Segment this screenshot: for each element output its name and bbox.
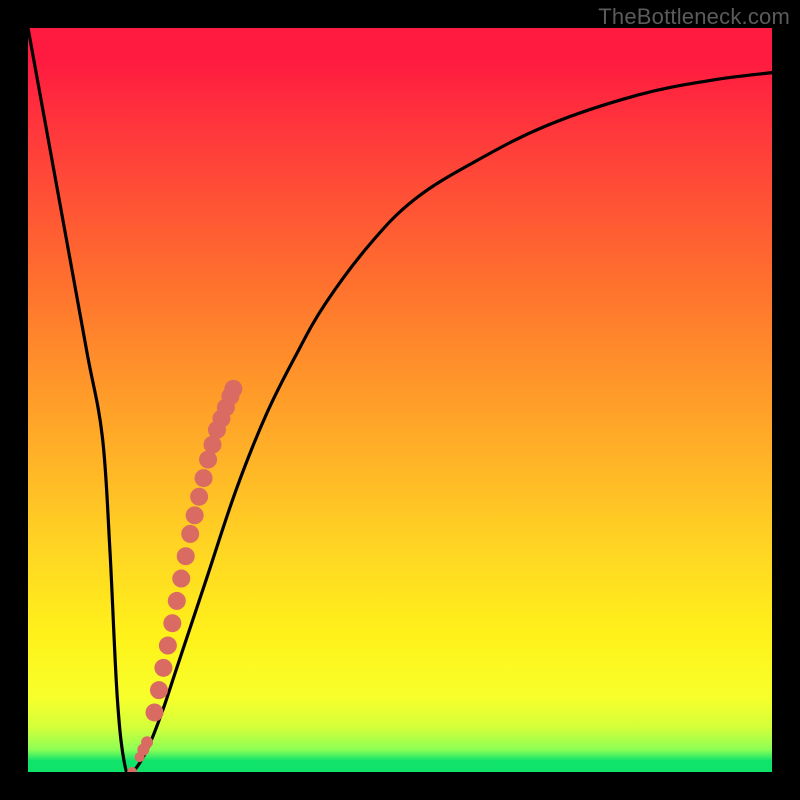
plot-area [28,28,772,772]
marker-dot [168,592,186,610]
watermark-text: TheBottleneck.com [598,4,790,30]
chart-frame: TheBottleneck.com [0,0,800,800]
marker-dot [186,506,204,524]
marker-dot [145,703,163,721]
marker-dot [181,525,199,543]
curve-layer [28,28,772,772]
highlight-dots [127,380,242,772]
bottleneck-curve [28,28,772,772]
marker-dot [177,547,195,565]
marker-dot [141,736,153,748]
marker-dot [150,681,168,699]
marker-dot [172,570,190,588]
marker-dot [163,614,181,632]
marker-dot [195,469,213,487]
marker-dot [154,659,172,677]
marker-dot [159,637,177,655]
marker-dot [224,380,242,398]
marker-dot [190,488,208,506]
